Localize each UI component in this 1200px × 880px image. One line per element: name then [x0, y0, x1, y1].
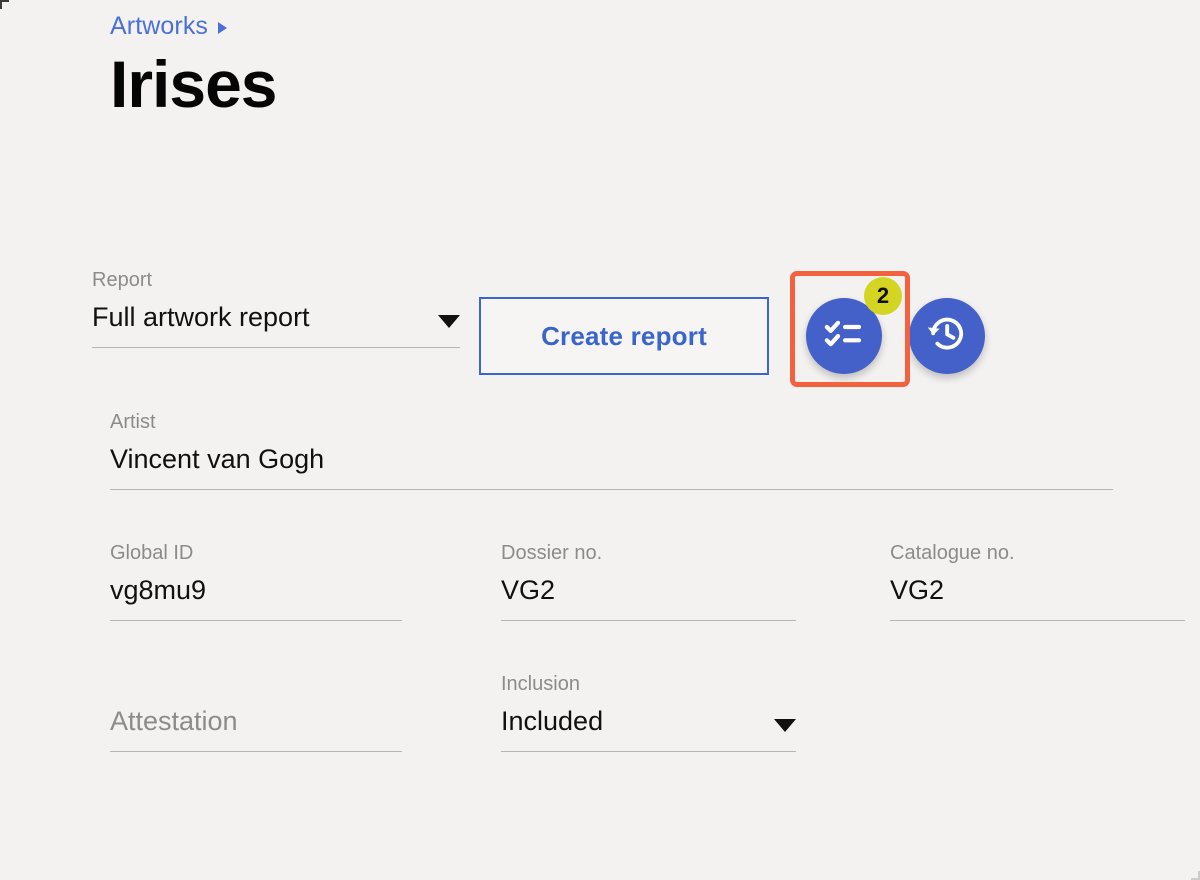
- history-restore-icon: [926, 313, 968, 360]
- page-corner-mark-top-left: [0, 0, 9, 9]
- checklist-badge-count: 2: [864, 277, 902, 315]
- dossier-no-field[interactable]: Dossier no. VG2: [501, 543, 796, 621]
- global-id-underline: [110, 620, 402, 621]
- history-button[interactable]: [909, 298, 985, 374]
- chevron-down-icon[interactable]: [438, 315, 460, 328]
- artist-value[interactable]: Vincent van Gogh: [110, 446, 1113, 473]
- page-corner-mark-bottom-right: [1191, 871, 1200, 880]
- artist-underline: [110, 489, 1113, 490]
- report-select-label: Report: [92, 269, 153, 291]
- catalogue-no-field[interactable]: Catalogue no. VG2: [890, 543, 1185, 621]
- attestation-label: [110, 674, 402, 694]
- chevron-right-icon: [218, 21, 228, 34]
- catalogue-no-label: Catalogue no.: [890, 542, 1015, 564]
- dossier-no-label: Dossier no.: [501, 542, 603, 564]
- inclusion-label: Inclusion: [501, 673, 580, 695]
- artist-label: Artist: [110, 411, 156, 433]
- global-id-field[interactable]: Global ID vg8mu9: [110, 543, 402, 621]
- breadcrumb-item-artworks[interactable]: Artworks: [110, 12, 208, 41]
- global-id-value[interactable]: vg8mu9: [110, 577, 402, 604]
- catalogue-no-underline: [890, 620, 1185, 621]
- report-select-field[interactable]: Report Full artwork report: [92, 270, 460, 348]
- dossier-no-underline: [501, 620, 796, 621]
- catalogue-no-value[interactable]: VG2: [890, 577, 1185, 604]
- inclusion-select-field[interactable]: Inclusion Included: [501, 674, 796, 752]
- report-select-value: Full artwork report: [92, 302, 310, 332]
- global-id-label: Global ID: [110, 542, 194, 564]
- page-title: Irises: [110, 47, 277, 121]
- breadcrumb[interactable]: Artworks: [110, 12, 228, 41]
- chevron-down-icon[interactable]: [774, 719, 796, 732]
- attestation-underline: [110, 751, 402, 752]
- attestation-placeholder[interactable]: Attestation: [110, 708, 402, 735]
- create-report-button[interactable]: Create report: [479, 297, 769, 375]
- artist-field[interactable]: Artist Vincent van Gogh: [110, 412, 1113, 490]
- inclusion-value: Included: [501, 706, 604, 736]
- dossier-no-value[interactable]: VG2: [501, 577, 796, 604]
- inclusion-underline: [501, 751, 796, 752]
- attestation-field[interactable]: Attestation: [110, 674, 402, 752]
- report-select-underline: [92, 347, 460, 348]
- checklist-icon: [823, 313, 865, 360]
